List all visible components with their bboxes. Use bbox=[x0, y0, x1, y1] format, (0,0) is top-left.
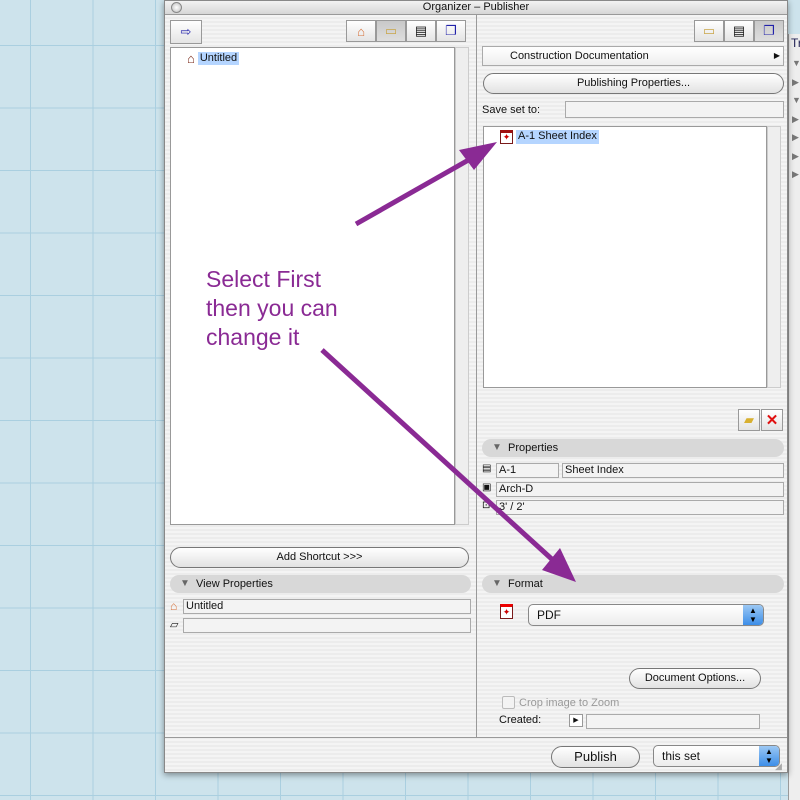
annotation-arrows bbox=[320, 142, 576, 582]
arrow-head-icon bbox=[459, 142, 497, 170]
arrow-to-format bbox=[320, 348, 557, 564]
arrow-to-item bbox=[354, 155, 474, 227]
